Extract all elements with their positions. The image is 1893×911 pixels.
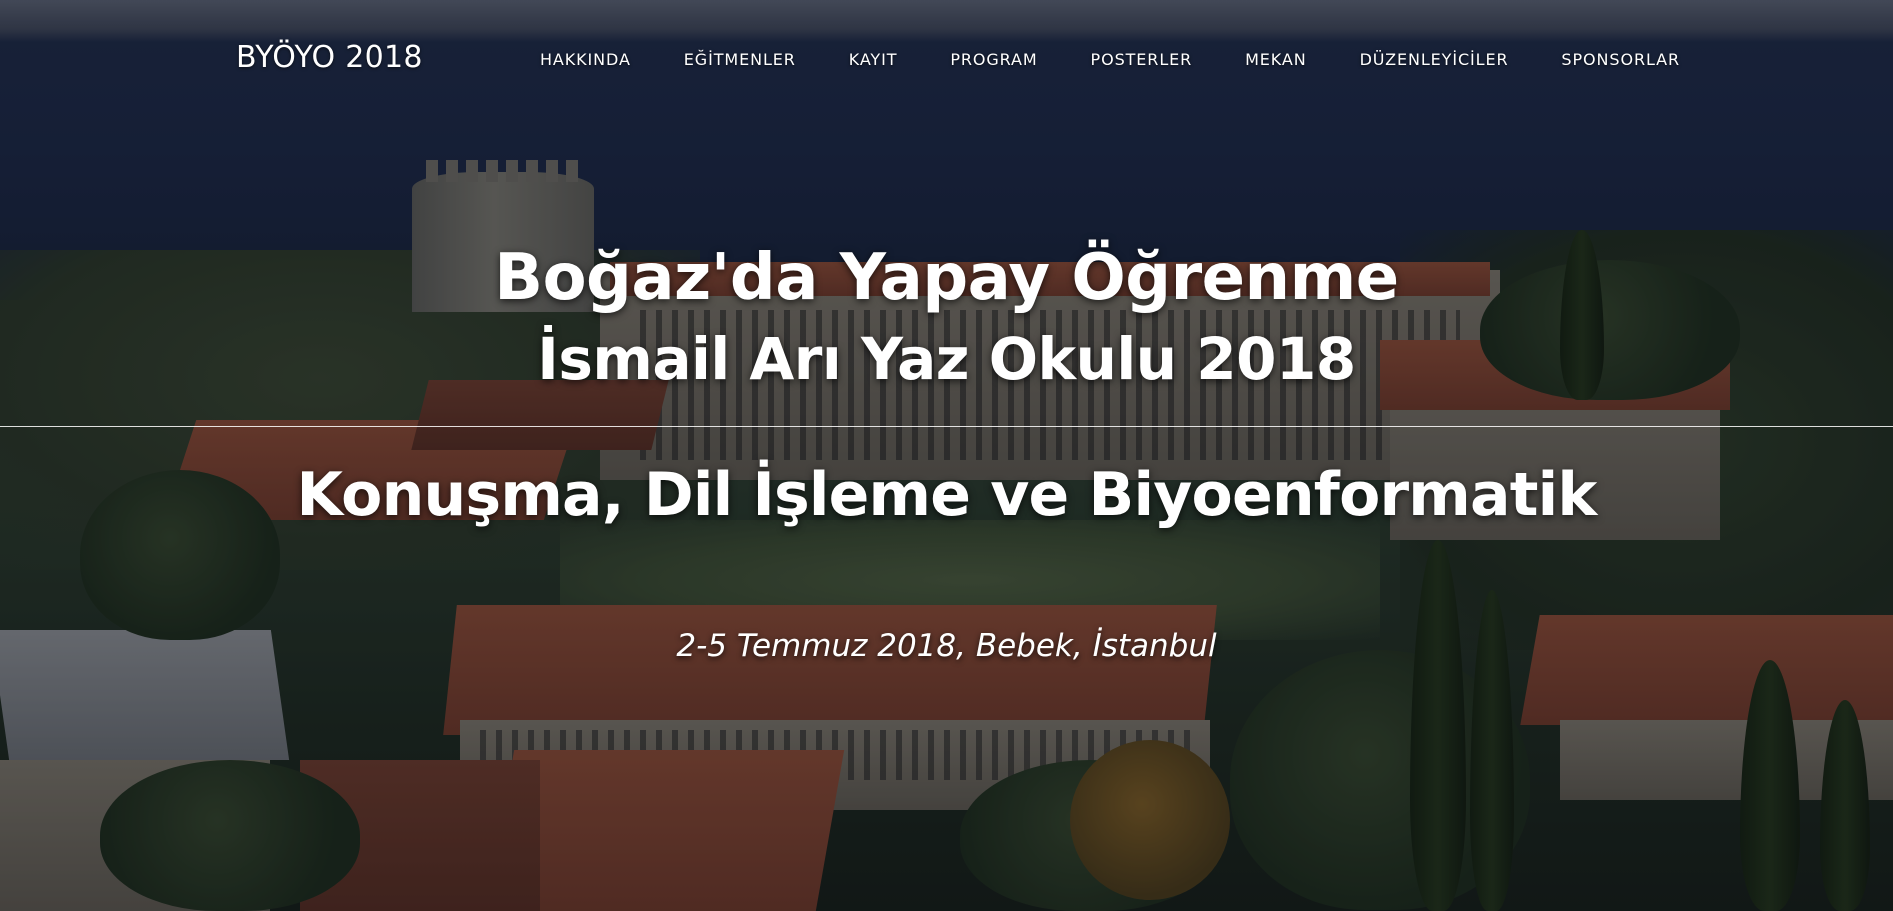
brand-logo-link[interactable]: BYÖYO 2018 [236,40,423,75]
nav-item: EĞİTMENLER [684,50,796,70]
nav-item: POSTERLER [1091,50,1193,70]
nav-link-mekan[interactable]: MEKAN [1245,50,1307,69]
nav-item: KAYIT [849,50,898,70]
hero-topic: Konuşma, Dil İşleme ve Biyoenformatik [296,460,1598,530]
nav-item: HAKKINDA [540,50,631,70]
top-navigation: BYÖYO 2018 HAKKINDA EĞİTMENLER KAYIT PRO… [0,0,1893,122]
nav-item: PROGRAM [950,50,1037,70]
hero-divider [0,426,1893,427]
nav-link-kayit[interactable]: KAYIT [849,50,898,69]
event-date-location: 2-5 Temmuz 2018, Bebek, İstanbul [676,628,1217,664]
nav-link-posterler[interactable]: POSTERLER [1091,50,1193,69]
nav-menu: HAKKINDA EĞİTMENLER KAYIT PROGRAM POSTER… [540,50,1680,70]
nav-link-sponsorlar[interactable]: SPONSORLAR [1561,50,1680,69]
hero-subtitle: İsmail Arı Yaz Okulu 2018 [537,325,1356,393]
nav-link-egitmenler[interactable]: EĞİTMENLER [684,50,796,69]
nav-item: DÜZENLEYİCİLER [1360,50,1509,70]
nav-item: SPONSORLAR [1561,50,1680,70]
nav-link-hakkinda[interactable]: HAKKINDA [540,50,631,69]
nav-link-program[interactable]: PROGRAM [950,50,1037,69]
nav-item: MEKAN [1245,50,1307,70]
nav-link-duzenleyiciler[interactable]: DÜZENLEYİCİLER [1360,50,1509,69]
hero-section: BYÖYO 2018 HAKKINDA EĞİTMENLER KAYIT PRO… [0,0,1893,911]
hero-title: Boğaz'da Yapay Öğrenme [494,241,1399,315]
